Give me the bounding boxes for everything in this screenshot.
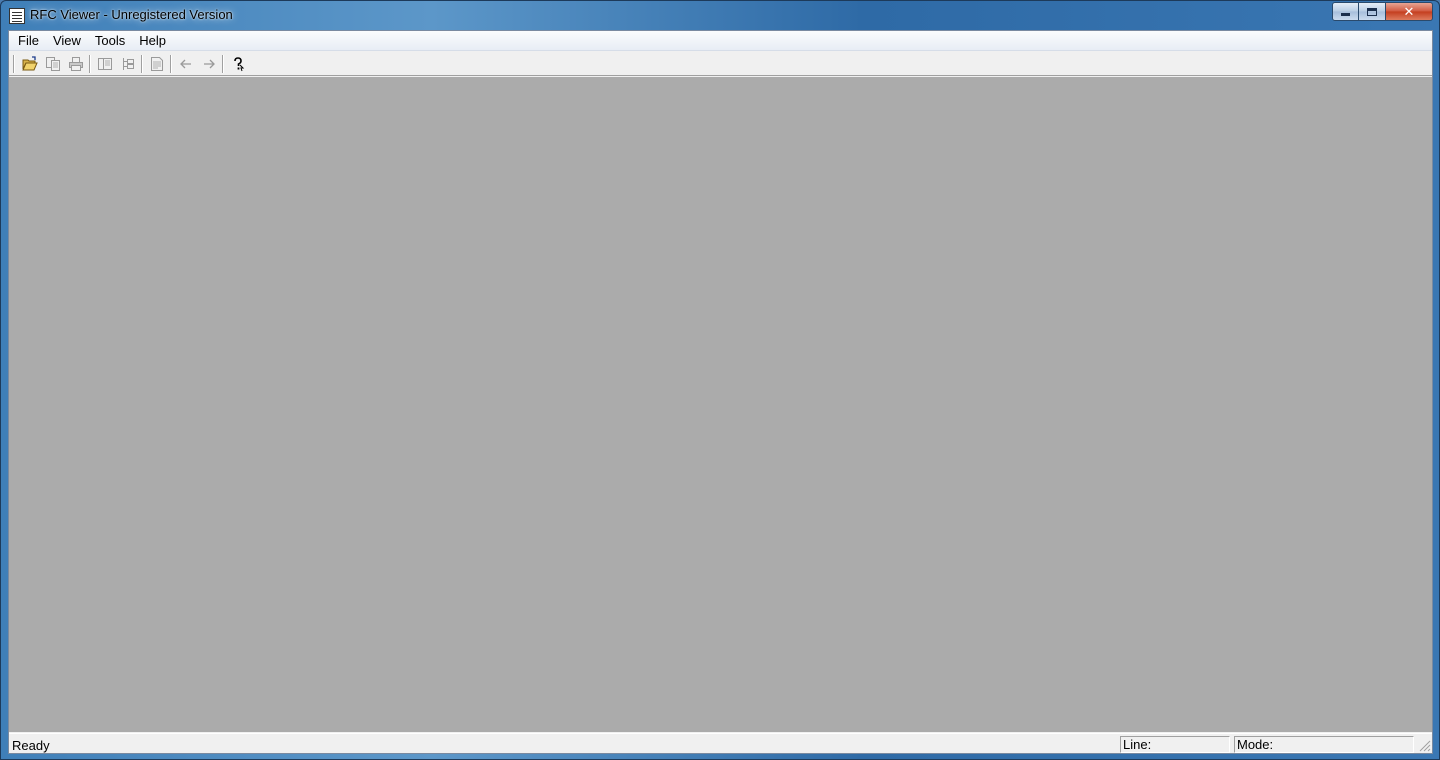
copy-button[interactable] (41, 53, 64, 75)
help-icon (233, 56, 244, 71)
mode-indicator: Mode: (1234, 736, 1414, 753)
mode-label: Mode: (1237, 737, 1274, 752)
application-window: RFC Viewer - Unregistered Version ✕ File… (0, 0, 1440, 760)
menu-bar: File View Tools Help (9, 31, 1432, 51)
title-bar[interactable]: RFC Viewer - Unregistered Version ✕ (1, 1, 1439, 30)
status-text: Ready (12, 738, 50, 753)
contents-button[interactable] (93, 53, 116, 75)
contents-icon (97, 57, 112, 70)
help-button[interactable] (226, 53, 249, 75)
toolbar-separator (141, 54, 143, 73)
minimize-button[interactable] (1332, 2, 1359, 21)
print-icon (68, 56, 83, 71)
line-label: Line: (1123, 737, 1152, 752)
forward-arrow-icon (203, 59, 215, 68)
client-area: File View Tools Help Ready Line: Mode: (8, 30, 1433, 754)
toolbar-separator (222, 54, 224, 73)
menu-file[interactable]: File (11, 31, 46, 51)
document-view-icon (150, 56, 163, 71)
copy-icon (45, 56, 60, 71)
open-folder-icon (21, 55, 38, 70)
toolbar-grip[interactable] (13, 54, 15, 73)
maximize-icon (1367, 7, 1377, 16)
mdi-workspace[interactable] (9, 77, 1432, 732)
tree-button[interactable] (116, 53, 139, 75)
maximize-button[interactable] (1359, 2, 1386, 21)
minimize-icon (1341, 13, 1350, 16)
back-button[interactable] (174, 53, 197, 75)
back-arrow-icon (179, 59, 191, 68)
tree-icon (122, 57, 134, 70)
document-view-button[interactable] (145, 53, 168, 75)
open-button[interactable] (18, 53, 41, 75)
resize-grip-icon[interactable] (1419, 740, 1431, 752)
window-title: RFC Viewer - Unregistered Version (30, 7, 233, 22)
menu-view[interactable]: View (46, 31, 88, 51)
menu-help[interactable]: Help (132, 31, 173, 51)
menu-tools[interactable]: Tools (88, 31, 132, 51)
print-button[interactable] (64, 53, 87, 75)
caption-buttons: ✕ (1332, 2, 1433, 21)
toolbar (9, 52, 1432, 76)
close-icon: ✕ (1403, 3, 1415, 19)
close-button[interactable]: ✕ (1386, 2, 1433, 21)
status-bar: Ready Line: Mode: (9, 733, 1432, 753)
toolbar-separator (170, 54, 172, 73)
document-icon[interactable] (9, 8, 25, 24)
toolbar-separator (89, 54, 91, 73)
line-indicator: Line: (1120, 736, 1230, 753)
forward-button[interactable] (197, 53, 220, 75)
